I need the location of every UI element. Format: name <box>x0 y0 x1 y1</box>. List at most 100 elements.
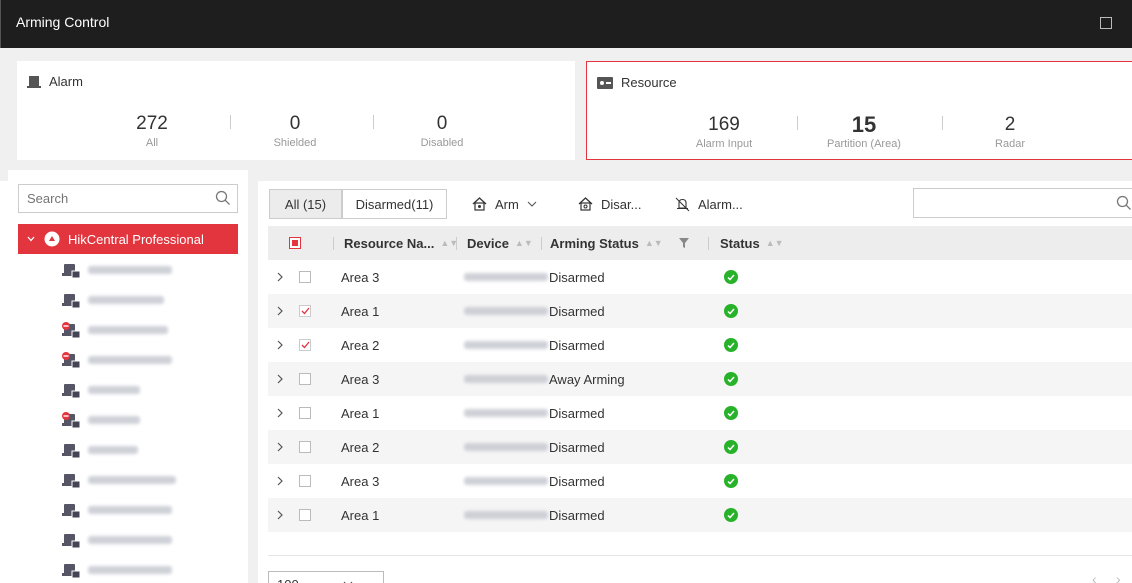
tree-item-label <box>88 506 172 514</box>
table-row[interactable]: Area 3 Disarmed <box>268 464 1132 498</box>
table-search <box>913 188 1132 218</box>
resource-panel-title: Resource <box>621 75 677 90</box>
pane-divider[interactable] <box>248 170 258 583</box>
status-ok-icon <box>724 406 738 420</box>
alarm-stat-disabled[interactable]: 0 Disabled <box>377 113 507 149</box>
select-all-checkbox[interactable] <box>289 226 301 260</box>
prev-page-icon[interactable]: ‹ <box>1092 571 1097 583</box>
next-page-icon[interactable]: › <box>1116 571 1121 583</box>
column-divider <box>541 237 542 250</box>
resource-name-cell: Area 1 <box>341 507 380 523</box>
table-search-input[interactable] <box>914 189 1104 217</box>
status-ok-icon <box>724 270 738 284</box>
status-cell <box>724 498 738 532</box>
resource-stat-radar[interactable]: 2 Radar <box>945 114 1075 150</box>
tree-item[interactable] <box>62 379 140 401</box>
row-checkbox[interactable] <box>299 328 311 362</box>
table-row[interactable]: Area 1 Disarmed <box>268 294 1132 328</box>
status-cell <box>724 464 738 498</box>
table-row[interactable]: Area 3 Away Arming <box>268 362 1132 396</box>
expand-row-icon[interactable] <box>276 430 284 464</box>
device-name-cell <box>464 498 548 532</box>
status-ok-icon <box>724 372 738 386</box>
status-ok-icon <box>724 338 738 352</box>
tree-item[interactable] <box>62 439 138 461</box>
resource-name-cell: Area 2 <box>341 337 380 353</box>
expand-row-icon[interactable] <box>276 328 284 362</box>
expand-row-icon[interactable] <box>276 260 284 294</box>
status-cell <box>724 294 738 328</box>
disarm-button[interactable]: Disar... <box>578 189 641 219</box>
resource-stat-partition[interactable]: 15 Partition (Area) <box>799 114 929 151</box>
device-name-cell <box>464 362 548 396</box>
expand-row-icon[interactable] <box>276 464 284 498</box>
table-row[interactable]: Area 2 Disarmed <box>268 328 1132 362</box>
search-icon[interactable] <box>1116 195 1132 211</box>
sort-icon[interactable]: ▲▼ <box>766 239 784 248</box>
tree-item[interactable] <box>62 559 172 581</box>
expand-row-icon[interactable] <box>276 362 284 396</box>
table-row[interactable]: Area 1 Disarmed <box>268 498 1132 532</box>
column-resource-name[interactable]: Resource Na... ▲▼ <box>344 226 458 260</box>
chevron-down-icon[interactable] <box>26 234 36 244</box>
tree-item[interactable] <box>62 529 172 551</box>
resource-name-cell: Area 3 <box>341 473 380 489</box>
resource-name-cell: Area 1 <box>341 405 380 421</box>
tree-search-input[interactable] <box>19 185 204 212</box>
search-icon[interactable] <box>215 190 231 206</box>
maximize-icon[interactable] <box>1100 17 1112 29</box>
tree-root-node[interactable]: HikCentral Professional <box>18 224 238 254</box>
arming-status-cell: Away Arming <box>549 371 625 387</box>
alarm-device-icon <box>62 503 80 518</box>
alarm-device-icon <box>62 293 80 308</box>
device-name-cell <box>464 396 548 430</box>
alarm-stat-all[interactable]: 272 All <box>87 113 217 149</box>
resource-name-cell: Area 3 <box>341 269 380 285</box>
resource-panel-header: Resource <box>597 75 677 90</box>
row-checkbox[interactable] <box>299 362 311 396</box>
arm-icon <box>472 197 487 211</box>
row-checkbox[interactable] <box>299 294 311 328</box>
column-arming-status[interactable]: Arming Status ▲▼ <box>550 226 689 260</box>
tree-item[interactable] <box>62 289 164 311</box>
status-ok-icon <box>724 508 738 522</box>
filter-all-button[interactable]: All (15) <box>269 189 342 219</box>
page-size-select[interactable]: 100 <box>268 571 384 583</box>
row-checkbox[interactable] <box>299 464 311 498</box>
device-name-cell <box>464 260 548 294</box>
table-row[interactable]: Area 2 Disarmed <box>268 430 1132 464</box>
tree-item[interactable] <box>62 319 168 341</box>
resource-name-cell: Area 1 <box>341 303 380 319</box>
alarm-stat-shielded[interactable]: 0 Shielded <box>230 113 360 149</box>
row-checkbox[interactable] <box>299 498 311 532</box>
resource-name-cell: Area 3 <box>341 371 380 387</box>
row-checkbox[interactable] <box>299 430 311 464</box>
sort-icon[interactable]: ▲▼ <box>645 239 663 248</box>
toolbar: All (15) Disarmed(11) Arm Disar... Alarm… <box>258 181 1132 226</box>
tree-item[interactable] <box>62 469 176 491</box>
resource-stat-alarm-input[interactable]: 169 Alarm Input <box>659 114 789 150</box>
expand-row-icon[interactable] <box>276 396 284 430</box>
row-checkbox[interactable] <box>299 260 311 294</box>
arm-button[interactable]: Arm <box>472 189 537 219</box>
table-row[interactable]: Area 1 Disarmed <box>268 396 1132 430</box>
device-name-cell <box>464 464 548 498</box>
tree-item[interactable] <box>62 349 172 371</box>
clear-alarm-button[interactable]: Alarm... <box>675 189 743 219</box>
divider <box>373 115 374 129</box>
column-device[interactable]: Device ▲▼ <box>467 226 533 260</box>
sort-icon[interactable]: ▲▼ <box>515 239 533 248</box>
tree-item[interactable] <box>62 409 140 431</box>
filter-disarmed-button[interactable]: Disarmed(11) <box>342 189 447 219</box>
resource-icon <box>597 76 613 89</box>
table-row[interactable]: Area 3 Disarmed <box>268 260 1132 294</box>
filter-icon[interactable] <box>678 238 689 248</box>
column-status[interactable]: Status ▲▼ <box>720 226 784 260</box>
tree-item[interactable] <box>62 259 172 281</box>
expand-row-icon[interactable] <box>276 498 284 532</box>
tree-item-label <box>88 446 138 454</box>
row-checkbox[interactable] <box>299 396 311 430</box>
expand-row-icon[interactable] <box>276 294 284 328</box>
tree-item[interactable] <box>62 499 172 521</box>
tree-item-label <box>88 386 140 394</box>
